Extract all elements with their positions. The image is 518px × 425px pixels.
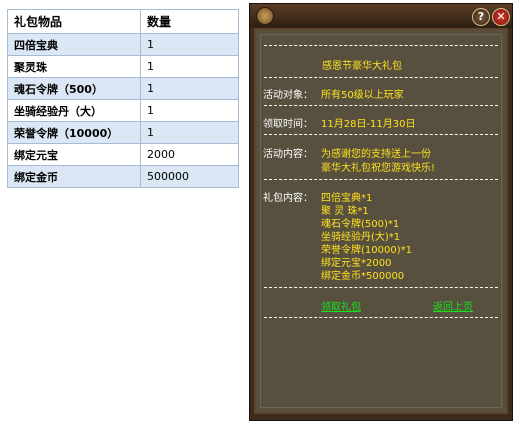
target-label: 活动对象： (263, 90, 313, 101)
divider (264, 45, 498, 46)
content-line: 豪华大礼包祝您游戏快乐! (321, 163, 436, 174)
divider (264, 105, 498, 106)
item-qty: 1 (140, 33, 239, 56)
divider (264, 77, 498, 78)
item-name: 绑定元宝 (7, 143, 141, 166)
header-item: 礼包物品 (7, 9, 141, 34)
item-name: 魂石令牌（500） (7, 77, 141, 100)
gift-table: 礼包物品 数量 四倍宝典 1 聚灵珠 1 魂石令牌（500） 1 坐骑经验丹（大… (7, 9, 239, 188)
table-row: 魂石令牌（500） 1 (7, 77, 239, 100)
item-qty: 1 (140, 99, 239, 122)
time-value: 11月28日-11月30日 (321, 119, 416, 130)
header-quantity: 数量 (140, 9, 239, 34)
window-content: 感恩节豪华大礼包 活动对象： 所有50级以上玩家 领取时间： 11月28日-11… (260, 34, 502, 408)
window-frame: 感恩节豪华大礼包 活动对象： 所有50级以上玩家 领取时间： 11月28日-11… (254, 28, 508, 414)
item-name: 四倍宝典 (7, 33, 141, 56)
item-name: 绑定金币 (7, 165, 141, 188)
item-qty: 2000 (140, 143, 239, 166)
table-row: 坐骑经验丹（大） 1 (7, 99, 239, 122)
item-name: 聚灵珠 (7, 55, 141, 78)
item-qty: 1 (140, 121, 239, 144)
pack-item: 绑定金币*500000 (321, 271, 405, 282)
content-line: 为感谢您的支持送上一份 (321, 149, 431, 160)
divider (264, 134, 498, 135)
table-row: 绑定金币 500000 (7, 165, 239, 188)
panel-title: 感恩节豪华大礼包 (322, 61, 402, 72)
divider (264, 317, 498, 318)
item-name: 坐骑经验丹（大） (7, 99, 141, 122)
help-button[interactable]: ? (472, 8, 490, 26)
item-name: 荣誉令牌（10000） (7, 121, 141, 144)
close-button[interactable]: ✕ (492, 8, 510, 26)
divider (264, 179, 498, 180)
back-link[interactable]: 返回上页 (433, 298, 473, 313)
target-value: 所有50级以上玩家 (321, 90, 404, 101)
gift-pack-window: ? ✕ 感恩节豪华大礼包 活动对象： 所有50级以上玩家 领取时间： 11月28… (249, 3, 513, 421)
item-qty: 1 (140, 55, 239, 78)
item-qty: 1 (140, 77, 239, 100)
claim-gift-link[interactable]: 领取礼包 (321, 298, 361, 313)
content-label: 活动内容： (263, 149, 313, 160)
table-header-row: 礼包物品 数量 (7, 9, 239, 34)
item-qty: 500000 (140, 165, 239, 188)
table-row: 绑定元宝 2000 (7, 143, 239, 166)
table-row: 荣誉令牌（10000） 1 (7, 121, 239, 144)
divider (264, 287, 498, 288)
time-label: 领取时间： (263, 119, 313, 130)
table-row: 聚灵珠 1 (7, 55, 239, 78)
pack-label: 礼包内容： (263, 193, 313, 204)
ornament-icon (256, 7, 274, 25)
table-row: 四倍宝典 1 (7, 33, 239, 56)
window-titlebar[interactable]: ? ✕ (250, 4, 512, 28)
